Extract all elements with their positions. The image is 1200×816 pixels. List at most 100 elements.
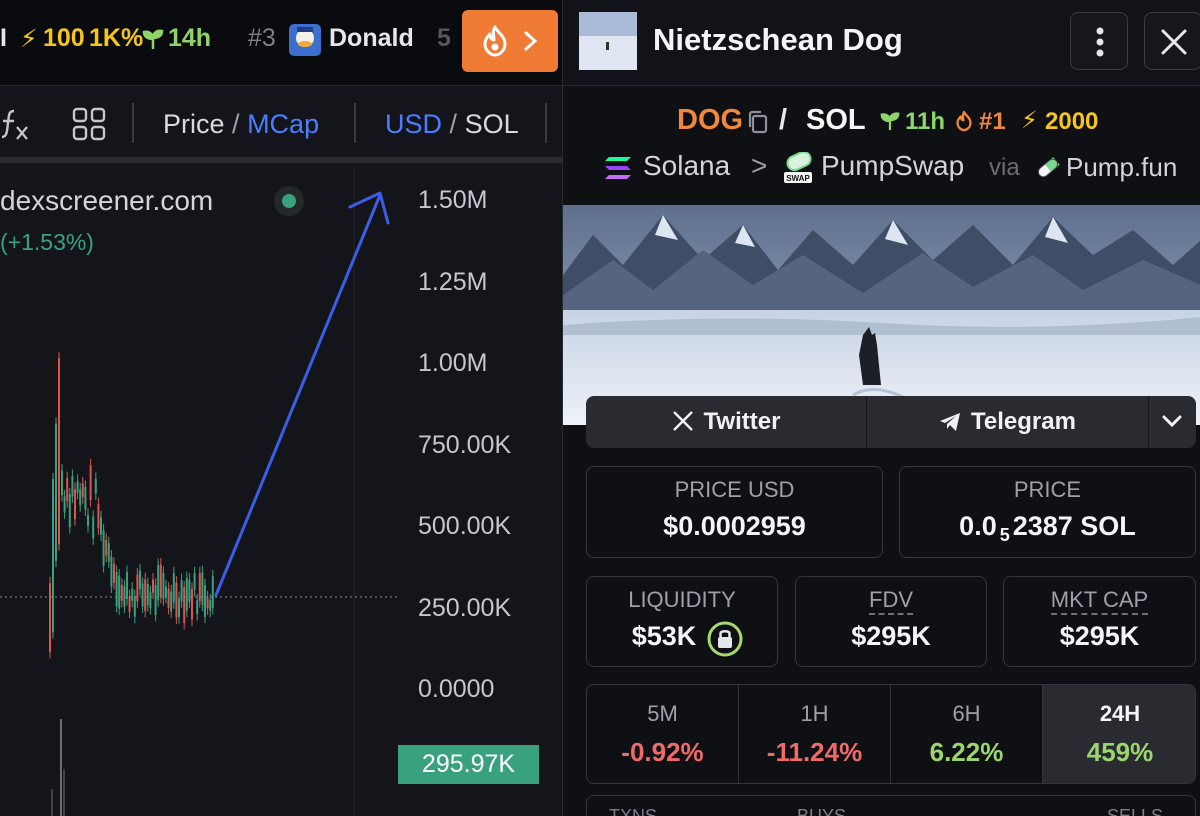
candle-body: [144, 579, 147, 611]
candle-body: [128, 596, 131, 612]
price-option[interactable]: Price: [163, 109, 225, 139]
chevron-down-icon: [1162, 415, 1182, 428]
solana-icon: [605, 157, 631, 179]
candle-body: [89, 465, 92, 501]
pair-separator: /: [779, 104, 788, 136]
candle-body: [136, 574, 139, 602]
change-tab-1h[interactable]: 1H -11.24%: [739, 685, 891, 783]
price-usd-value: $0.0002959: [663, 511, 806, 541]
telegram-link[interactable]: Telegram: [867, 396, 1148, 448]
price-chart[interactable]: dexscreener.com (+1.53%) 1.50M 1.25M 1.00M…: [0, 169, 562, 816]
indicators-icon[interactable]: [0, 107, 30, 143]
candle-body: [76, 480, 79, 493]
ticker-age: 14h: [168, 24, 212, 52]
chart-pane: I ⚡ 100 1K% 14h #3 Donald 5 Price / MCap…: [0, 0, 562, 816]
toolbar-divider: [354, 103, 356, 143]
change-tab-6h[interactable]: 6H 6.22%: [891, 685, 1043, 783]
fdv-label[interactable]: FDV: [869, 587, 913, 615]
twitter-link[interactable]: Twitter: [586, 396, 866, 448]
change-value: -0.92%: [621, 737, 704, 767]
candle-body: [165, 586, 167, 597]
ticker-name-tail: 5: [437, 24, 451, 52]
trending-rank: #1: [979, 108, 1006, 135]
candle-body: [201, 572, 204, 605]
trending-fire-button[interactable]: [462, 10, 558, 72]
token-info-panel: Nietzschean Dog DOG / SOL 11h #1 ⚡ 2000: [562, 0, 1200, 816]
sol-option[interactable]: SOL: [465, 109, 519, 139]
ticker-partial-name[interactable]: I: [0, 24, 7, 53]
mcap-label[interactable]: MKT CAP: [1050, 587, 1149, 615]
more-options-button[interactable]: [1070, 12, 1128, 70]
telegram-icon: [940, 413, 961, 431]
boost-icon: ⚡: [20, 25, 38, 53]
layout-grid-icon[interactable]: [72, 107, 106, 141]
close-button[interactable]: [1144, 12, 1200, 70]
more-socials-button[interactable]: [1149, 396, 1196, 448]
candle-body: [204, 585, 206, 617]
fdv-card: FDV $295K: [795, 576, 987, 667]
x-icon: [672, 411, 693, 431]
swap-badge-text: SWAP: [786, 174, 810, 183]
trending-ticker: I ⚡ 100 1K% 14h #3 Donald 5: [0, 0, 562, 86]
change-label: 5M: [647, 701, 678, 726]
candle-body: [49, 583, 51, 652]
candle-body: [162, 572, 165, 600]
y-tick-label: 500.00K: [418, 512, 512, 540]
annotation-arrow: [214, 193, 382, 597]
candle-body: [58, 358, 60, 545]
telegram-label: Telegram: [971, 408, 1076, 435]
chart-canvas[interactable]: [0, 169, 562, 816]
lock-icon: [707, 621, 743, 657]
candle-body: [120, 584, 123, 601]
change-label: 6H: [952, 701, 981, 726]
base-symbol: DOG: [677, 104, 744, 136]
candle-body: [149, 592, 152, 609]
dex-name[interactable]: PumpSwap: [821, 150, 964, 182]
change-tab-24h[interactable]: 24H 459%: [1043, 685, 1195, 783]
candle-body: [198, 573, 201, 602]
buys-label: BUYS: [797, 806, 847, 816]
current-value-tag: 295.97K: [398, 745, 539, 784]
candle-body: [107, 543, 110, 562]
price-sol-label: PRICE: [1013, 477, 1082, 502]
candle-body: [102, 530, 105, 566]
copy-icon[interactable]: [747, 110, 769, 134]
candle-body: [71, 475, 74, 497]
fdv-value: $295K: [851, 621, 931, 651]
y-tick-label: 1.50M: [418, 186, 488, 214]
price-mcap-toggle[interactable]: Price / MCap: [163, 109, 319, 140]
mcap-option[interactable]: MCap: [247, 109, 319, 139]
toolbar-divider: [545, 103, 547, 143]
token-title: Nietzschean Dog: [653, 22, 903, 57]
candle-body: [97, 504, 100, 529]
close-icon: [1161, 29, 1187, 55]
pumpfun-pill-icon: [1037, 157, 1060, 178]
candle-body: [123, 586, 126, 607]
candle-body: [191, 588, 193, 620]
usd-option[interactable]: USD: [385, 109, 442, 139]
fdv-label-wrap: FDV: [796, 587, 986, 615]
price-change-tabs: 5M -0.92% 1H -11.24% 6H 6.22% 24H 459%: [586, 684, 1196, 784]
candle-body: [115, 572, 118, 607]
candle-body: [92, 516, 95, 539]
chevron-right-icon: [524, 31, 538, 51]
ticker-name[interactable]: Donald: [329, 24, 414, 53]
txns-label: TXNS: [609, 806, 658, 816]
usd-sol-toggle[interactable]: USD / SOL: [385, 109, 519, 140]
candle-body: [154, 585, 157, 615]
launchpad-name[interactable]: Pump.fun: [1066, 152, 1177, 183]
change-tab-5m[interactable]: 5M -0.92%: [587, 685, 739, 783]
chain-name[interactable]: Solana: [643, 150, 730, 182]
pair-age: 11h: [905, 108, 946, 135]
y-tick-label: 1.25M: [418, 267, 488, 296]
chart-watermark: dexscreener.com: [0, 185, 214, 216]
candle-body: [172, 573, 175, 603]
candle-body: [185, 578, 188, 611]
via-label: via: [989, 154, 1020, 181]
price-sol-value: 0.0 5 2387 SOL: [900, 511, 1195, 546]
y-tick-label: 1.00M: [418, 349, 488, 377]
candle-body: [211, 576, 214, 608]
candle-body: [139, 570, 141, 589]
fire-icon: [956, 110, 972, 132]
twitter-label: Twitter: [703, 408, 781, 435]
